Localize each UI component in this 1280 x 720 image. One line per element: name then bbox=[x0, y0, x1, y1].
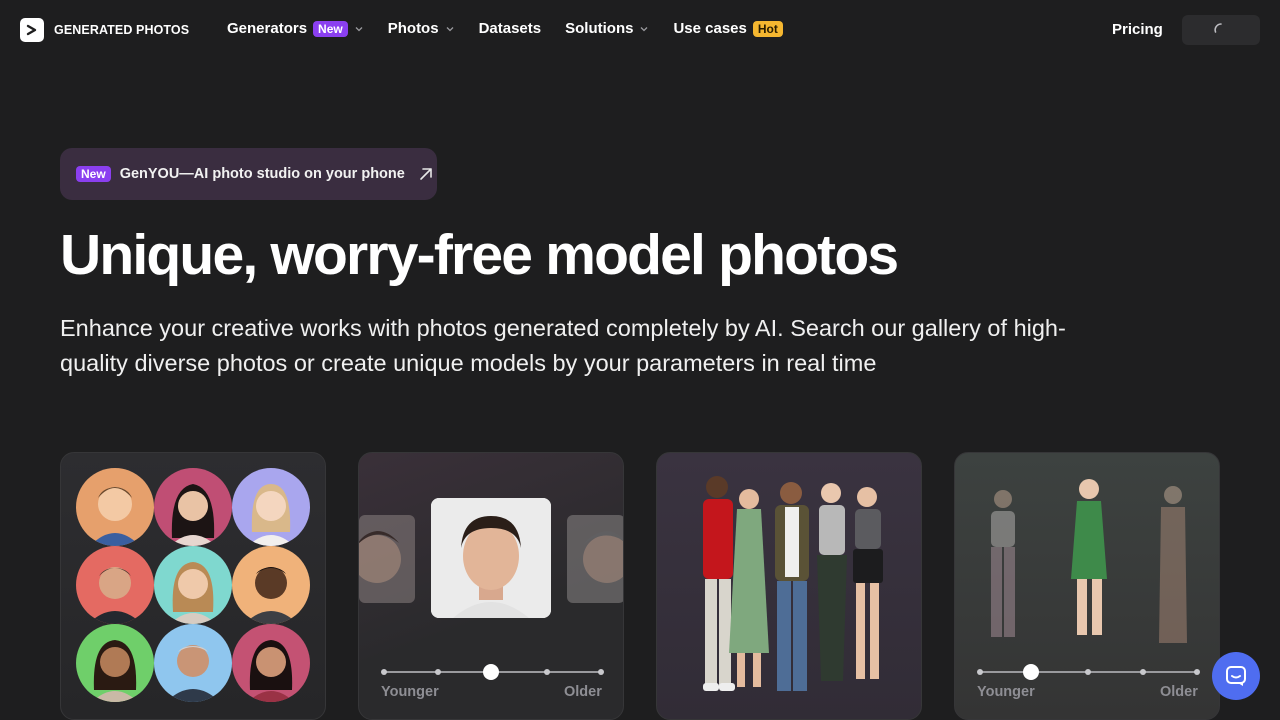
menu-photos-label: Photos bbox=[387, 20, 439, 37]
slider-label-younger: Younger bbox=[381, 684, 439, 700]
promo-new-badge: New bbox=[76, 166, 111, 182]
brand-logo[interactable]: GENERATED PHOTOS bbox=[20, 18, 189, 42]
face-avatar bbox=[232, 546, 310, 624]
slider-stop bbox=[544, 669, 550, 675]
loading-spinner-icon bbox=[1214, 23, 1222, 33]
page-subtitle: Enhance your creative works with photos … bbox=[60, 315, 1066, 376]
slider-stop bbox=[598, 669, 604, 675]
body-age-preview-image bbox=[991, 479, 1187, 643]
menu-use-cases-label: Use cases bbox=[673, 20, 747, 37]
age-slider-knob[interactable] bbox=[1023, 664, 1039, 680]
face-preview-main bbox=[431, 498, 551, 618]
main-menu: Generators New Photos Datasets Solutions… bbox=[227, 20, 783, 37]
face-avatar bbox=[154, 624, 232, 702]
page-title: Unique, worry-free model photos bbox=[60, 223, 899, 287]
faces-gallery-card[interactable] bbox=[60, 452, 326, 720]
logo-mark-icon bbox=[20, 18, 44, 42]
face-avatar bbox=[76, 546, 154, 624]
models-group-image bbox=[703, 476, 883, 691]
pricing-link[interactable]: Pricing bbox=[1112, 21, 1163, 38]
arrow-up-right-icon bbox=[420, 168, 432, 180]
slider-stop bbox=[435, 669, 441, 675]
age-slider-knob[interactable] bbox=[483, 664, 499, 680]
slider-stop bbox=[1085, 669, 1091, 675]
face-avatar bbox=[154, 468, 232, 546]
top-nav: GENERATED PHOTOS Generators New Photos D… bbox=[0, 0, 1280, 60]
menu-generators[interactable]: Generators New bbox=[227, 20, 364, 37]
body-age-generator-card[interactable]: Younger Older bbox=[954, 452, 1220, 720]
face-avatar bbox=[154, 546, 232, 624]
slider-stop bbox=[1194, 669, 1200, 675]
slider-stop bbox=[977, 669, 983, 675]
chevron-down-icon bbox=[640, 26, 648, 31]
menu-use-cases[interactable]: Use cases Hot bbox=[673, 20, 783, 37]
slider-label-older: Older bbox=[1160, 684, 1198, 700]
face-age-generator-card[interactable]: Younger Older bbox=[358, 452, 624, 720]
slider-stop bbox=[381, 669, 387, 675]
menu-datasets-label: Datasets bbox=[478, 20, 542, 37]
slider-label-older: Older bbox=[564, 684, 602, 700]
slider-stop bbox=[1140, 669, 1146, 675]
hot-badge: Hot bbox=[752, 20, 783, 37]
promo-banner[interactable]: New GenYOU—AI photo studio on your phone bbox=[60, 148, 437, 200]
face-avatar bbox=[76, 624, 154, 702]
chevron-down-icon bbox=[355, 26, 363, 31]
face-preview-right bbox=[567, 515, 623, 603]
menu-solutions-label: Solutions bbox=[565, 20, 634, 37]
menu-generators-label: Generators bbox=[227, 20, 308, 37]
face-avatar bbox=[232, 624, 310, 702]
new-badge: New bbox=[313, 20, 348, 37]
chevron-down-icon bbox=[446, 26, 454, 31]
face-avatar bbox=[76, 468, 154, 546]
menu-datasets[interactable]: Datasets bbox=[479, 20, 542, 37]
promo-text: GenYOU—AI photo studio on your phone bbox=[119, 166, 405, 182]
menu-solutions[interactable]: Solutions bbox=[565, 20, 649, 37]
chat-bubble-icon bbox=[1226, 666, 1246, 686]
face-avatar bbox=[232, 468, 310, 546]
account-button[interactable] bbox=[1182, 15, 1260, 45]
menu-photos[interactable]: Photos bbox=[388, 20, 455, 37]
slider-label-younger: Younger bbox=[977, 684, 1035, 700]
brand-name: GENERATED PHOTOS bbox=[54, 23, 190, 37]
chat-launcher-button[interactable] bbox=[1212, 652, 1260, 700]
full-body-models-card[interactable] bbox=[656, 452, 922, 720]
face-preview-left bbox=[359, 515, 415, 603]
